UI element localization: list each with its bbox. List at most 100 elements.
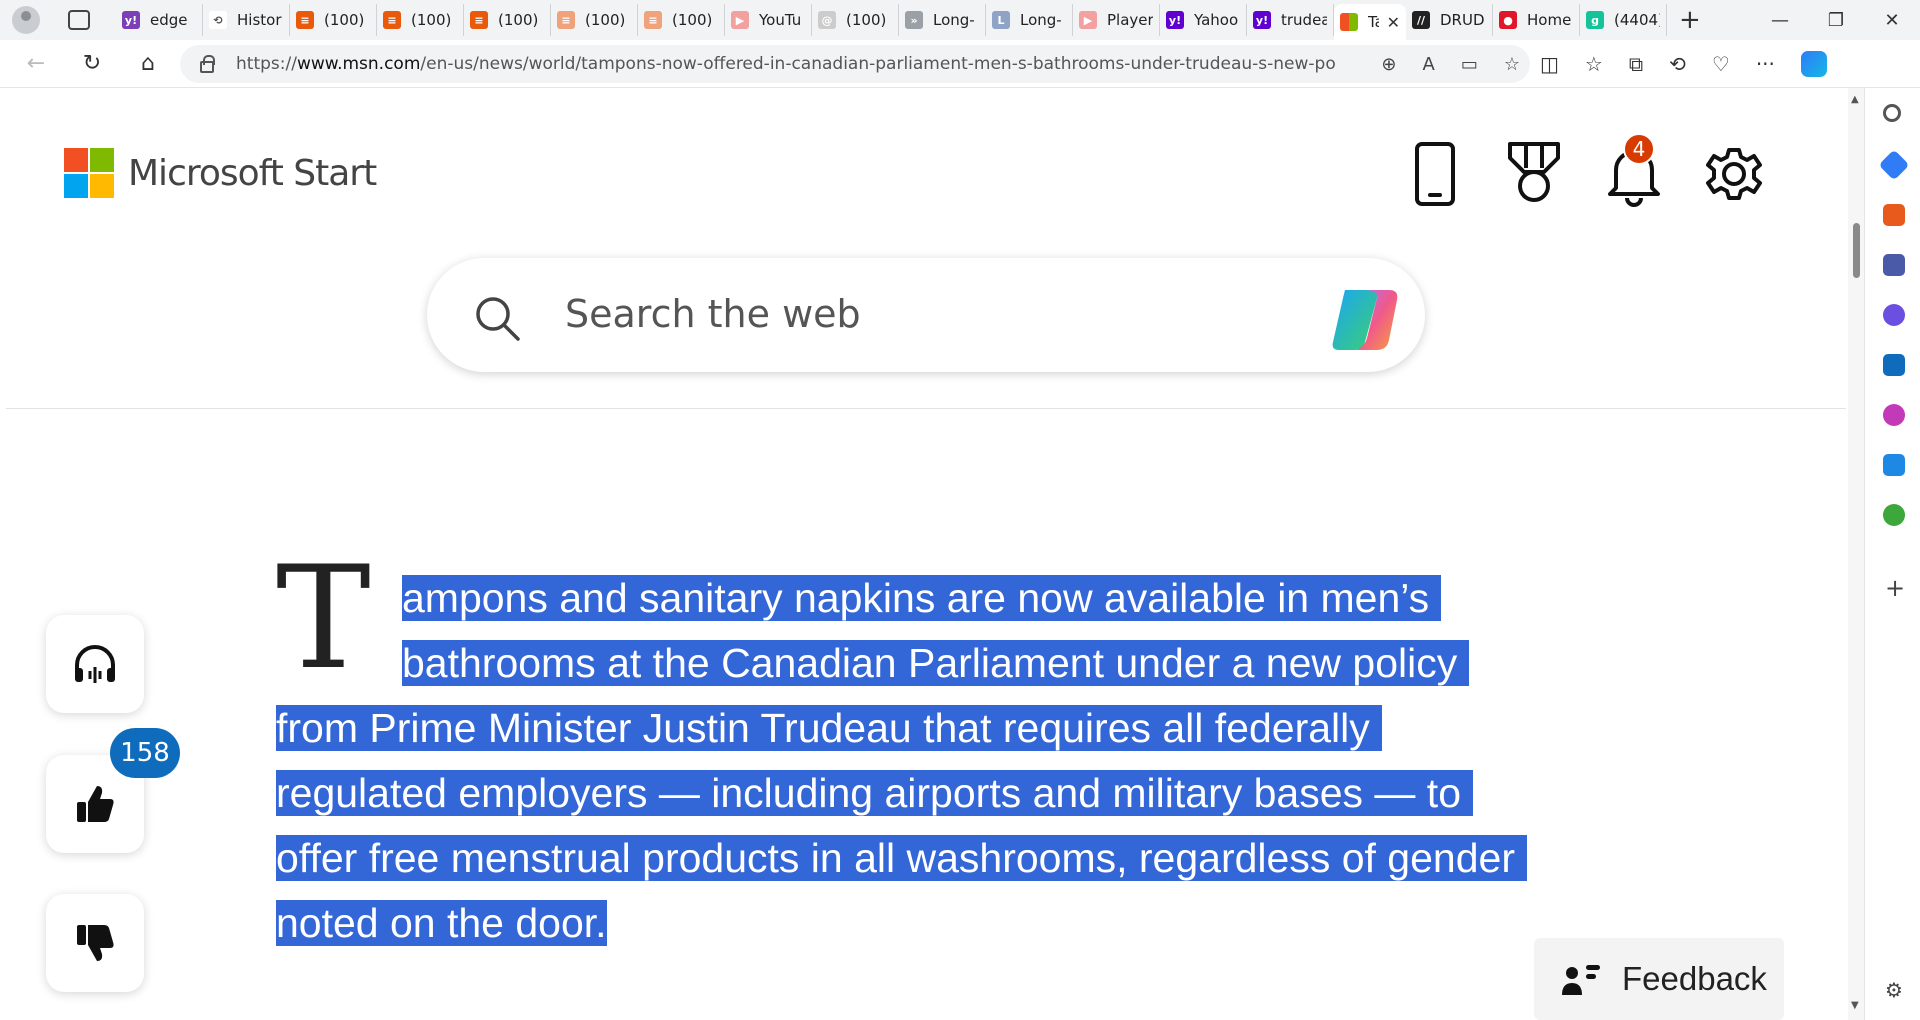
- feedback-icon: [1562, 965, 1600, 995]
- address-bar-actions: ⊕ A ▭ ☆: [1381, 54, 1520, 75]
- tab-title: Ta: [1368, 13, 1379, 31]
- tab-title: Long-: [1020, 11, 1062, 29]
- medal-icon[interactable]: [1504, 140, 1564, 208]
- browser-tab[interactable]: y! trudea: [1247, 4, 1334, 36]
- sidebar-designer-icon[interactable]: [1883, 404, 1905, 426]
- scrollbar-thumb[interactable]: [1853, 223, 1860, 278]
- tab-actions-icon[interactable]: [68, 10, 90, 30]
- tab-favicon-icon: y!: [1253, 11, 1271, 29]
- search-placeholder[interactable]: Search the web: [565, 292, 861, 336]
- tab-favicon-icon: ≡: [557, 11, 575, 29]
- page-scrollbar[interactable]: ▲ ▼: [1848, 88, 1864, 1020]
- article-line: ampons and sanitary napkins are now avai…: [402, 566, 1442, 631]
- browser-tab[interactable]: » Long-: [899, 4, 986, 36]
- browser-tab[interactable]: L Long-: [986, 4, 1073, 36]
- sidebar-copilot-icon[interactable]: [1883, 304, 1905, 326]
- sidebar-add-icon[interactable]: +: [1885, 574, 1905, 602]
- address-bar[interactable]: https://www.msn.com/en-us/news/world/tam…: [180, 45, 1530, 83]
- browser-tab[interactable]: ⟲ Histor: [203, 4, 290, 36]
- favorites-icon[interactable]: ☆: [1585, 52, 1603, 76]
- read-aloud-icon[interactable]: A: [1423, 54, 1435, 75]
- immersive-reader-icon[interactable]: ▭: [1461, 54, 1478, 75]
- restore-button[interactable]: ❐: [1808, 10, 1864, 31]
- scroll-up-arrow-icon[interactable]: ▲: [1851, 94, 1859, 105]
- browser-tab[interactable]: ≡ (100): [638, 4, 725, 36]
- tab-favicon-icon: ≡: [296, 11, 314, 29]
- tab-title: Home: [1527, 11, 1572, 29]
- browser-tab[interactable]: ▶ Player: [1073, 4, 1160, 36]
- tab-title: edge: [150, 11, 188, 29]
- sidebar-games-icon[interactable]: [1883, 254, 1905, 276]
- tab-title: DRUD: [1440, 11, 1485, 29]
- browser-tab[interactable]: @ (100): [812, 4, 899, 36]
- favorite-star-icon[interactable]: ☆: [1504, 54, 1520, 75]
- sidebar-send-icon[interactable]: [1883, 454, 1905, 476]
- browser-tab[interactable]: ≡ (100): [464, 4, 551, 36]
- navigation-bar: ← ↻ ⌂ https://www.msn.com/en-us/news/wor…: [0, 40, 1920, 88]
- new-tab-button[interactable]: +: [1679, 5, 1701, 35]
- msn-favicon-icon: [1340, 13, 1358, 31]
- zoom-icon[interactable]: ⊕: [1381, 54, 1396, 75]
- notification-badge[interactable]: 4: [1623, 133, 1655, 165]
- sidebar-search-icon[interactable]: [1883, 104, 1901, 122]
- feedback-label: Feedback: [1622, 960, 1767, 997]
- article-line: offer free menstrual products in all was…: [276, 826, 1527, 891]
- browser-essentials-icon[interactable]: ♡: [1712, 52, 1730, 76]
- close-window-button[interactable]: ✕: [1864, 10, 1920, 31]
- sidebar-settings-gear-icon[interactable]: ⚙: [1885, 978, 1903, 1002]
- browser-tab[interactable]: ≡ (100): [377, 4, 464, 36]
- profile-avatar[interactable]: [12, 6, 40, 34]
- minimize-button[interactable]: —: [1752, 10, 1808, 31]
- tab-favicon-icon: ≡: [383, 11, 401, 29]
- tab-title: (100): [324, 11, 365, 29]
- sidebar-shopping-icon[interactable]: [1878, 149, 1910, 181]
- home-button[interactable]: ⌂: [126, 51, 170, 76]
- active-browser-tab[interactable]: Ta ✕: [1334, 4, 1406, 40]
- refresh-button[interactable]: ↻: [70, 51, 114, 76]
- sidebar-tree-icon[interactable]: [1883, 504, 1905, 526]
- selected-text: bathrooms at the Canadian Parliament und…: [402, 640, 1470, 686]
- tab-title: Player: [1107, 11, 1153, 29]
- browser-tab[interactable]: ▶ YouTu: [725, 4, 812, 36]
- gear-icon[interactable]: [1704, 140, 1764, 208]
- microsoft-start-logo[interactable]: Microsoft Start: [64, 148, 377, 198]
- listen-button[interactable]: [46, 615, 144, 713]
- more-options-icon[interactable]: ···: [1756, 52, 1775, 76]
- url-prefix: https://: [236, 54, 297, 74]
- article-line: noted on the door.: [276, 891, 607, 956]
- tab-favicon-icon: ⟲: [209, 11, 227, 29]
- feedback-button[interactable]: Feedback: [1534, 938, 1784, 1020]
- dislike-button[interactable]: [46, 894, 144, 992]
- copilot-icon[interactable]: [1800, 51, 1827, 77]
- drop-cap: T: [276, 536, 371, 701]
- history-icon[interactable]: ⟲: [1669, 52, 1686, 76]
- sidebar-tools-icon[interactable]: [1883, 204, 1905, 226]
- browser-tab[interactable]: ≡ (100): [551, 4, 638, 36]
- selected-text: ampons and sanitary napkins are now avai…: [402, 575, 1442, 621]
- back-button[interactable]: ←: [14, 51, 58, 76]
- thumbs-down-icon: [77, 925, 114, 961]
- lock-icon[interactable]: [200, 55, 215, 73]
- headphones-icon: [75, 645, 115, 683]
- browser-tab[interactable]: ≡ (100): [290, 4, 377, 36]
- phone-icon[interactable]: [1405, 140, 1465, 208]
- web-search-box[interactable]: Search the web: [427, 258, 1425, 372]
- browser-tab[interactable]: // DRUD: [1406, 4, 1493, 36]
- sidebar-outlook-icon[interactable]: [1883, 354, 1905, 376]
- scroll-down-arrow-icon[interactable]: ▼: [1851, 1000, 1859, 1011]
- close-tab-icon[interactable]: ✕: [1387, 13, 1400, 32]
- browser-tab[interactable]: ● Home: [1493, 4, 1580, 36]
- copilot-icon[interactable]: [1327, 284, 1407, 356]
- tab-favicon-icon: y!: [1166, 11, 1184, 29]
- tab-title: trudea: [1281, 11, 1327, 29]
- collections-icon[interactable]: ⧉: [1629, 52, 1643, 76]
- selected-text: offer free menstrual products in all was…: [276, 835, 1527, 881]
- split-screen-icon[interactable]: ◫: [1540, 52, 1559, 76]
- tab-favicon-icon: ▶: [731, 11, 749, 29]
- browser-tab[interactable]: y! Yahoo: [1160, 4, 1247, 36]
- tab-favicon-icon: ▶: [1079, 11, 1097, 29]
- browser-tab[interactable]: y! edge: [116, 4, 203, 36]
- article-line: from Prime Minister Justin Trudeau that …: [276, 696, 1382, 761]
- url-text[interactable]: https://www.msn.com/en-us/news/world/tam…: [236, 54, 1336, 74]
- browser-tab[interactable]: g (4404): [1580, 4, 1667, 36]
